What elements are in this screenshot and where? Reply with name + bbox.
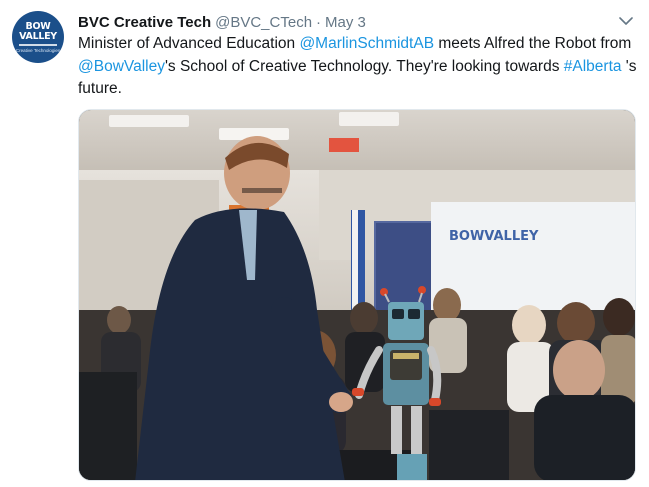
- tweet-timestamp[interactable]: May 3: [325, 14, 366, 31]
- tweet-photo[interactable]: BOWVALLEY: [78, 109, 636, 481]
- tweet-text: Minister of Advanced Education @MarlinSc…: [78, 33, 638, 101]
- photo-scene: BOWVALLEY: [79, 110, 635, 480]
- display-name[interactable]: BVC Creative Tech: [78, 14, 211, 31]
- separator-dot: ·: [316, 13, 322, 31]
- chevron-down-icon[interactable]: [617, 12, 635, 30]
- user-handle[interactable]: @BVC_CTech: [215, 14, 312, 31]
- tweet-text-part: 's School of Creative Technology. They'r…: [164, 57, 564, 75]
- avatar-logo-subtitle: Creative Technologies: [15, 47, 61, 53]
- tweet-text-part: meets Alfred the Robot from: [434, 35, 632, 52]
- avatar[interactable]: BOW VALLEY Creative Technologies: [12, 11, 64, 63]
- avatar-logo-line2: VALLEY: [19, 30, 57, 42]
- hashtag-link[interactable]: #Alberta: [564, 58, 622, 75]
- tweet[interactable]: BOW VALLEY Creative Technologies BVC Cre…: [0, 0, 649, 487]
- mention-link[interactable]: @BowValley: [78, 58, 165, 75]
- avatar-logo-line1: BOW: [25, 20, 51, 32]
- tweet-header: BVC Creative Tech @BVC_CTech · May 3: [78, 12, 366, 32]
- avatar-logo-divider: [19, 43, 57, 46]
- tweet-text-part: Minister of Advanced Education: [78, 35, 300, 52]
- mention-link[interactable]: @MarlinSchmidtAB: [299, 35, 434, 52]
